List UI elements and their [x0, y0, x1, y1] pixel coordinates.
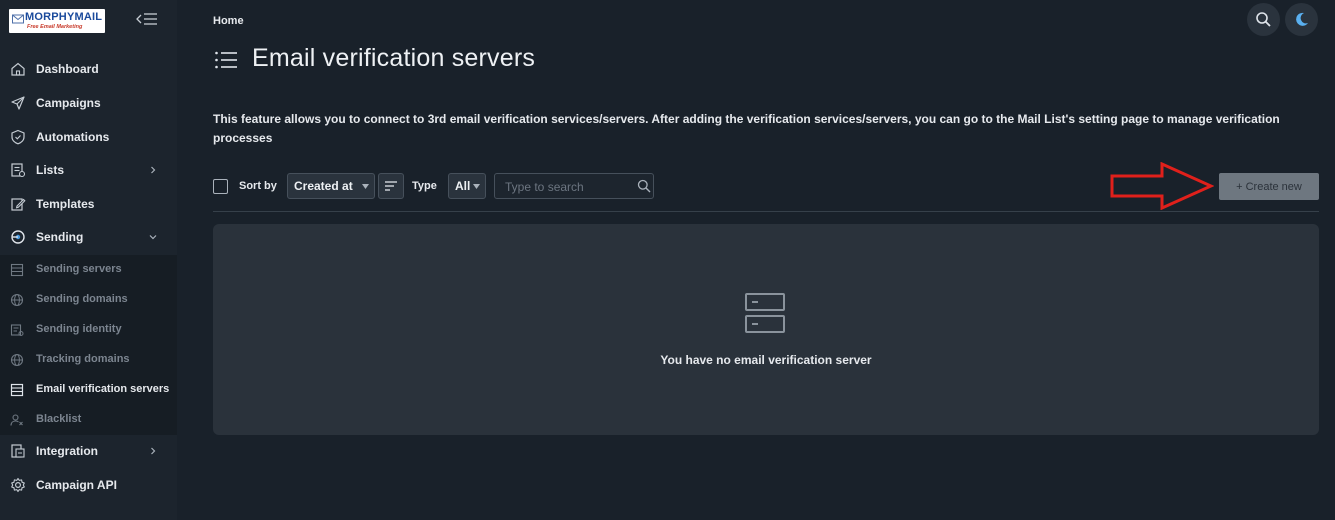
- chevron-right-icon: [151, 166, 156, 174]
- page-description: This feature allows you to connect to 3r…: [213, 112, 1280, 145]
- caret-down-icon: [362, 184, 369, 189]
- collapse-menu-icon: [136, 13, 157, 25]
- sidebar-item-blacklist[interactable]: Blacklist: [0, 405, 177, 435]
- red-arrow-annotation: [1110, 162, 1214, 210]
- search-button[interactable]: [1247, 3, 1280, 36]
- sidebar-subitem-label: Email verification servers: [36, 383, 170, 395]
- sidebar-item-label: Integration: [36, 444, 98, 458]
- logo-tagline: Free Email Marketing: [27, 24, 83, 30]
- sidebar-item-sending-domains[interactable]: Sending domains: [0, 285, 177, 315]
- search-icon: [637, 179, 651, 193]
- sort-by-label: Sort by: [239, 180, 277, 192]
- logo[interactable]: MORPHYMAIL Free Email Marketing: [9, 9, 105, 33]
- sidebar-item-sending-servers[interactable]: Sending servers: [0, 255, 177, 285]
- sidebar-item-templates[interactable]: Templates: [0, 188, 177, 220]
- sort-by-select[interactable]: Created at: [287, 173, 375, 199]
- caret-down-icon: [473, 184, 480, 189]
- dark-mode-toggle[interactable]: [1285, 3, 1318, 36]
- create-new-button[interactable]: + Create new: [1219, 173, 1319, 200]
- globe-icon: [10, 353, 24, 367]
- sidebar-subitem-label: Sending identity: [36, 323, 122, 335]
- home-icon: [11, 62, 25, 76]
- type-select[interactable]: All: [448, 173, 486, 199]
- sidebar-subitem-label: Sending servers: [36, 263, 122, 275]
- sidebar-item-sending[interactable]: Sending: [0, 221, 177, 253]
- sidebar-subitem-label: Blacklist: [36, 413, 82, 425]
- sidebar-item-label: Dashboard: [36, 62, 99, 76]
- user-x-icon: [10, 414, 23, 426]
- empty-state-panel: You have no email verification server: [213, 224, 1319, 435]
- id-card-icon: [10, 324, 24, 336]
- sidebar-item-automations[interactable]: Automations: [0, 121, 177, 153]
- chevron-down-icon: [149, 235, 157, 240]
- search-input[interactable]: [505, 178, 625, 196]
- sidebar-item-tracking-domains[interactable]: Tracking domains: [0, 345, 177, 375]
- page-title: Email verification servers: [252, 44, 536, 72]
- sidebar-item-integration[interactable]: Integration: [0, 435, 177, 467]
- gear-icon: [11, 477, 25, 493]
- toolbar-divider: [213, 211, 1319, 212]
- server-icon: [745, 293, 785, 333]
- sending-icon: [11, 230, 25, 244]
- sidebar-subitem-label: Sending domains: [36, 293, 128, 305]
- sidebar-item-lists[interactable]: Lists: [0, 154, 177, 186]
- envelope-logo-icon: [12, 14, 24, 24]
- collapse-sidebar-button[interactable]: [134, 9, 160, 29]
- paper-plane-icon: [11, 96, 25, 110]
- search-icon: [1256, 12, 1271, 27]
- chevron-right-icon: [151, 447, 156, 455]
- sidebar-item-email-verification-servers[interactable]: Email verification servers: [0, 375, 177, 405]
- sort-by-value: Created at: [294, 179, 353, 193]
- integration-icon: [11, 444, 25, 458]
- logo-name: MORPHYMAIL: [25, 11, 103, 23]
- create-new-label: + Create new: [1236, 180, 1302, 193]
- list-icon: [215, 51, 237, 69]
- sidebar-item-label: Automations: [36, 130, 110, 144]
- sidebar-item-campaigns[interactable]: Campaigns: [0, 87, 177, 119]
- server-icon: [10, 383, 24, 397]
- sidebar-item-label: Sending: [36, 230, 84, 244]
- shield-icon: [11, 129, 25, 145]
- sending-submenu: Sending servers Sending domains Sending …: [0, 255, 177, 435]
- breadcrumb-home[interactable]: Home: [213, 15, 244, 27]
- select-all-checkbox[interactable]: [213, 179, 228, 194]
- sidebar-item-label: Campaigns: [36, 96, 101, 110]
- type-label: Type: [412, 180, 437, 192]
- edit-icon: [11, 198, 26, 211]
- sidebar-item-label: Campaign API: [36, 478, 117, 492]
- moon-icon: [1296, 12, 1308, 26]
- server-icon: [10, 263, 24, 277]
- sidebar-item-label: Lists: [36, 163, 65, 177]
- sidebar-item-dashboard[interactable]: Dashboard: [0, 53, 177, 85]
- type-value: All: [455, 179, 471, 193]
- empty-state-message: You have no email verification server: [660, 353, 872, 367]
- sidebar-item-sending-identity[interactable]: Sending identity: [0, 315, 177, 345]
- list-icon: [11, 163, 26, 178]
- sidebar: MORPHYMAIL Free Email Marketing Dashboar…: [0, 0, 177, 520]
- sidebar-item-campaign-api[interactable]: Campaign API: [0, 469, 177, 501]
- globe-icon: [10, 293, 24, 307]
- sort-direction-button[interactable]: [378, 173, 404, 199]
- sidebar-subitem-label: Tracking domains: [36, 353, 130, 365]
- search-field[interactable]: [494, 173, 654, 199]
- sidebar-item-label: Templates: [36, 197, 95, 211]
- sort-lines-icon: [385, 181, 397, 191]
